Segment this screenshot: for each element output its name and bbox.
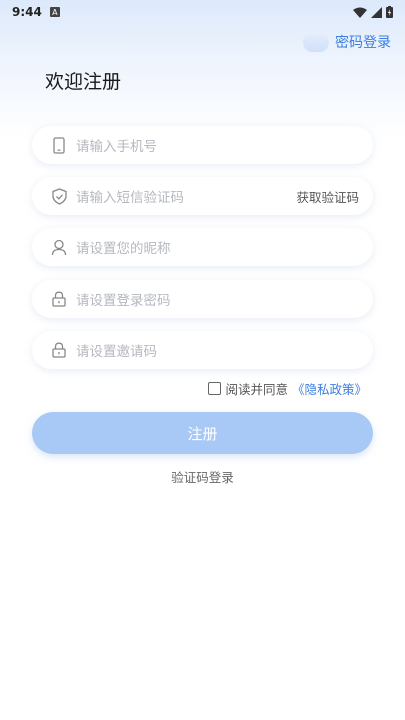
password-field[interactable]: 请设置登录密码 [32, 280, 373, 318]
register-button[interactable]: 注册 [32, 412, 373, 454]
status-time: 9:44 [12, 5, 42, 19]
nickname-field[interactable]: 请设置您的昵称 [32, 228, 373, 266]
agreement-row: 阅读并同意 《隐私政策》 [208, 379, 367, 398]
phone-field[interactable]: 请输入手机号 [32, 126, 373, 164]
code-login-link[interactable]: 验证码登录 [0, 467, 405, 486]
lock-icon [50, 341, 68, 359]
agree-checkbox[interactable] [208, 382, 222, 395]
sms-code-input[interactable]: 请输入短信验证码 [76, 186, 296, 206]
status-bar: 9:44 A [0, 0, 405, 24]
password-input[interactable]: 请设置登录密码 [76, 289, 359, 309]
lock-icon [50, 290, 68, 308]
phone-input[interactable]: 请输入手机号 [76, 135, 359, 155]
invite-code-input[interactable]: 请设置邀请码 [76, 340, 359, 360]
invite-code-field[interactable]: 请设置邀请码 [32, 331, 373, 369]
shield-icon [50, 187, 68, 205]
toggle-blob [303, 32, 329, 52]
get-code-button[interactable]: 获取验证码 [296, 187, 359, 206]
nickname-input[interactable]: 请设置您的昵称 [76, 237, 359, 257]
page-title: 欢迎注册 [45, 71, 122, 93]
phone-icon [50, 136, 68, 154]
user-icon [50, 238, 68, 256]
privacy-policy-link[interactable]: 《隐私政策》 [292, 379, 367, 398]
password-login-label[interactable]: 密码登录 [335, 32, 391, 52]
agreement-text: 阅读并同意 [225, 382, 288, 397]
sms-code-field[interactable]: 请输入短信验证码 获取验证码 [32, 177, 373, 215]
notification-icon: A [49, 7, 60, 17]
battery-icon [386, 6, 393, 18]
wifi-icon [353, 7, 367, 18]
password-login-link[interactable]: 密码登录 [303, 32, 391, 52]
signal-icon [371, 6, 382, 18]
